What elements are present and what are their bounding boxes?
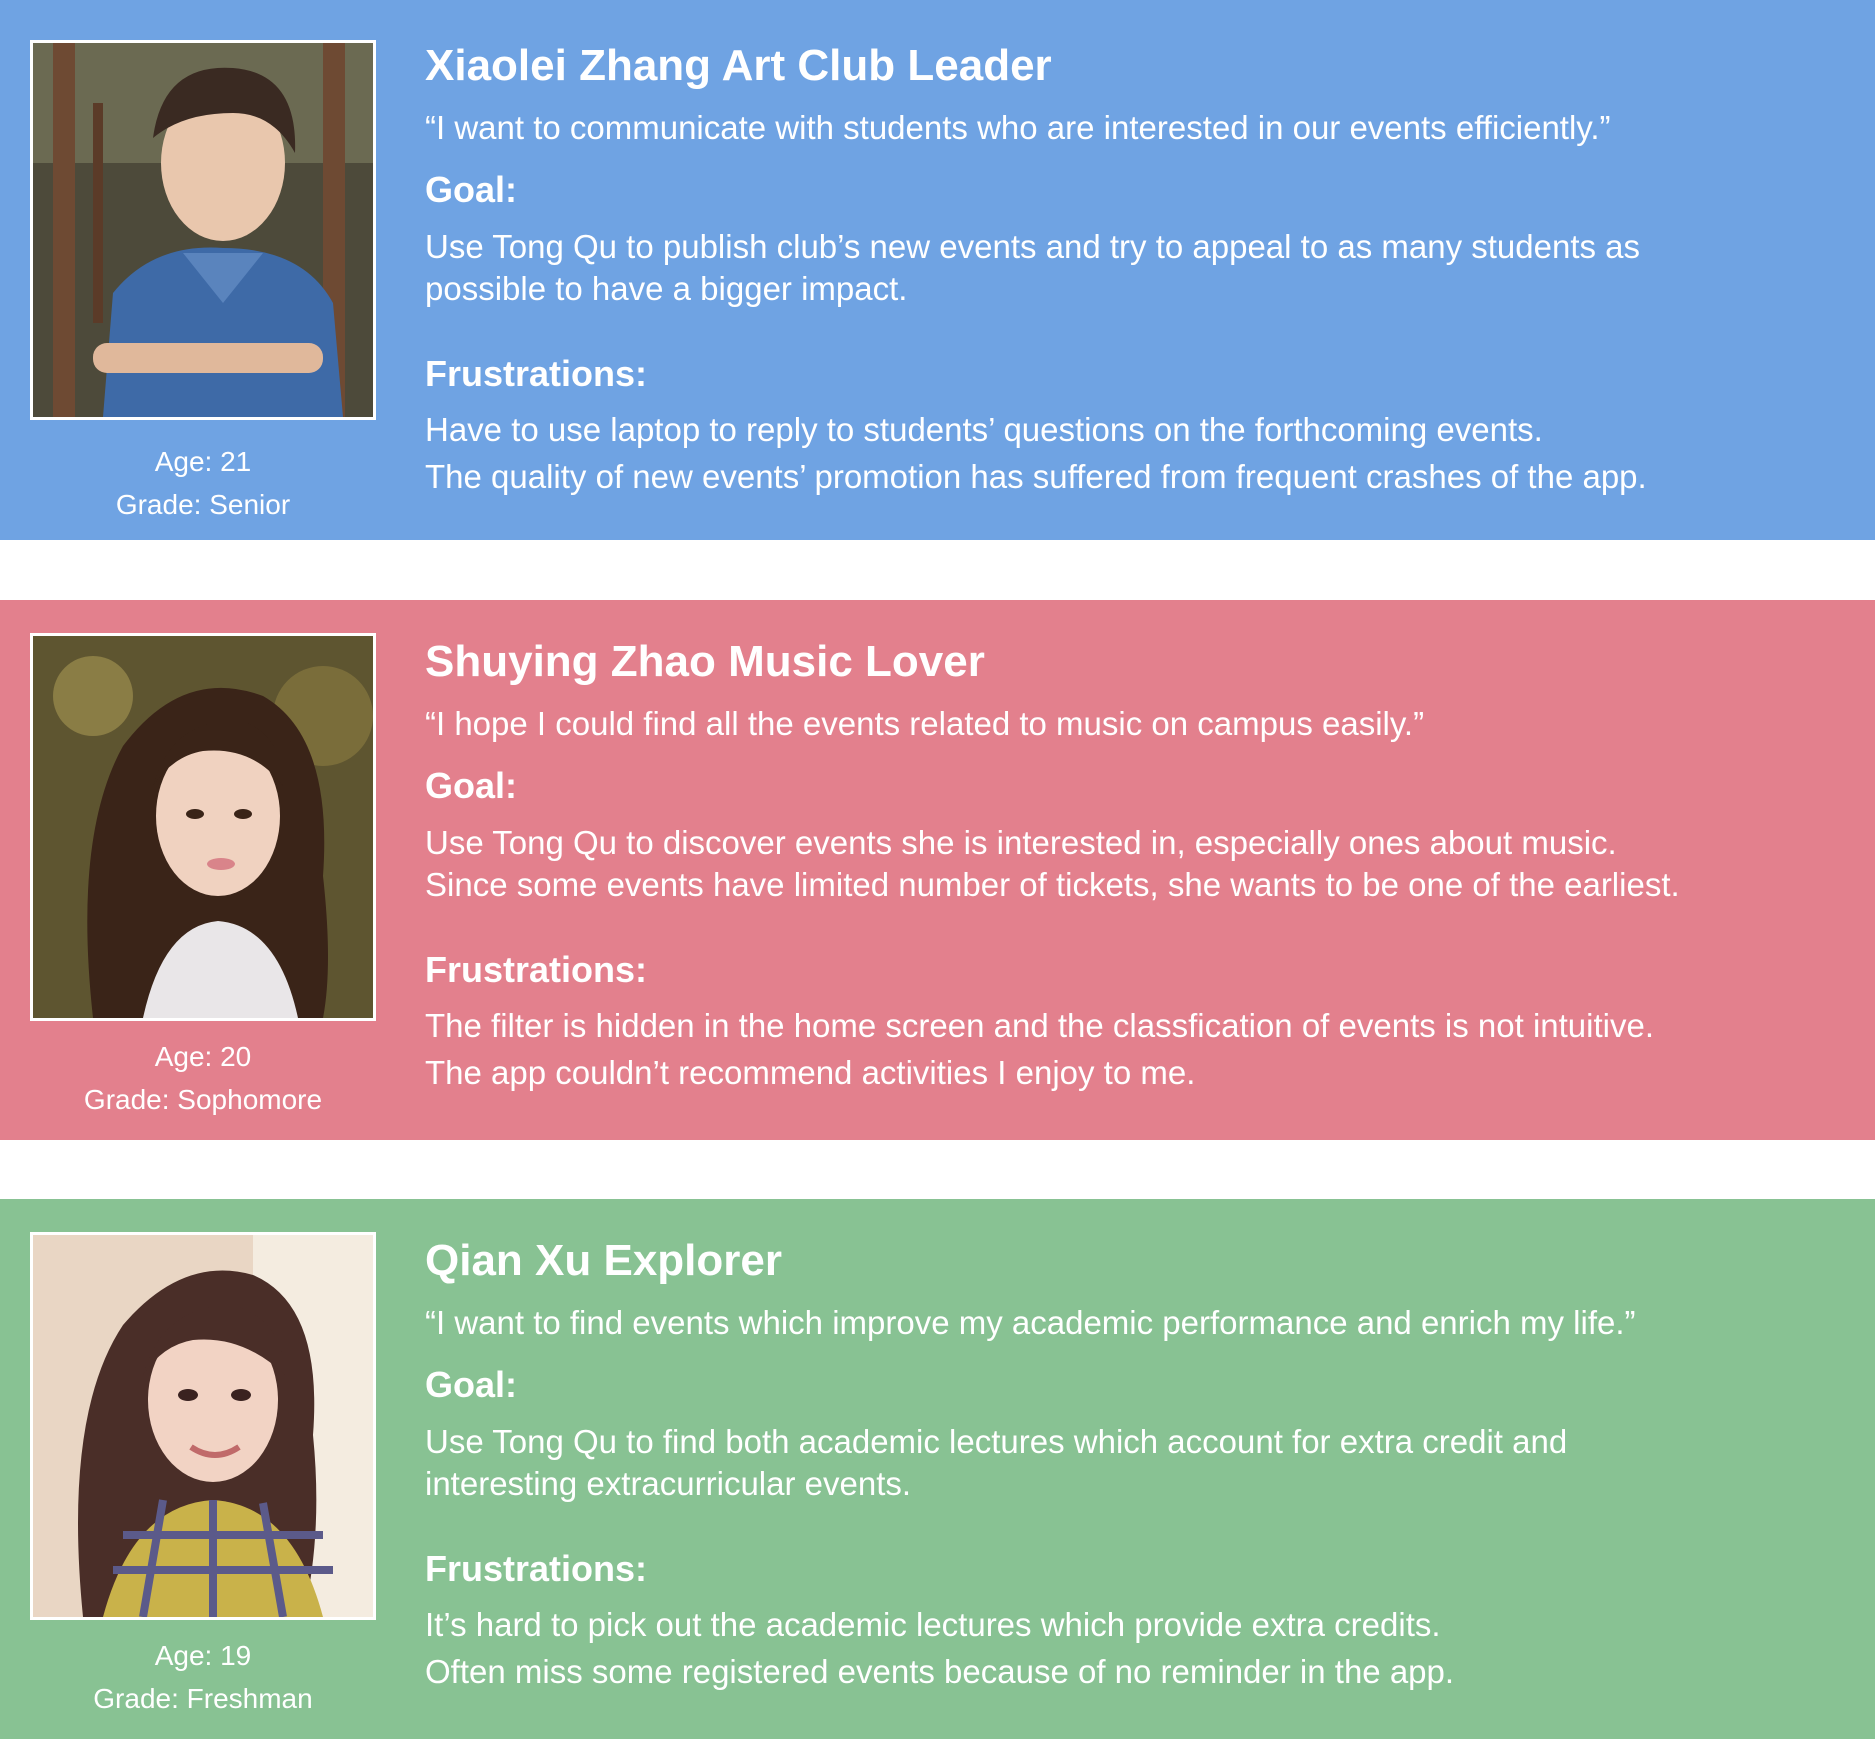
frustrations-heading: Frustrations: xyxy=(425,949,648,990)
persona-photo-column: Age: 19 Grade: Freshman xyxy=(30,1232,376,1720)
persona-quote: “I want to communicate with students who… xyxy=(425,109,1611,146)
portrait-photo-female-icon xyxy=(30,633,376,1021)
goal-heading: Goal: xyxy=(425,765,518,806)
persona-age: Age: 19 xyxy=(154,1640,252,1671)
persona-grade: Grade: Freshman xyxy=(93,1683,313,1714)
persona-name: Xiaolei Zhang Art Club Leader xyxy=(425,41,1052,90)
persona-details: Qian Xu Explorer “I want to find events … xyxy=(425,1235,1845,1695)
frustration-item: It’s hard to pick out the academic lectu… xyxy=(425,1606,1441,1643)
goal-heading: Goal: xyxy=(425,169,518,210)
persona-quote: “I hope I could find all the events rela… xyxy=(425,705,1425,742)
goal-line: Since some events have limited number of… xyxy=(425,866,1680,903)
portrait-photo-female-icon xyxy=(30,1232,376,1620)
goal-text: Use Tong Qu to find both academic lectur… xyxy=(425,1421,1845,1505)
persona-photo-column: Age: 20 Grade: Sophomore xyxy=(30,633,376,1121)
persona-card-qian: Age: 19 Grade: Freshman Qian Xu Explorer… xyxy=(0,1199,1875,1739)
frustrations-list: Have to use laptop to reply to students’… xyxy=(425,406,1845,500)
persona-photo-column: Age: 21 Grade: Senior xyxy=(30,40,376,526)
persona-age: Age: 20 xyxy=(154,1041,252,1072)
frustrations-heading: Frustrations: xyxy=(425,353,648,394)
goal-heading: Goal: xyxy=(425,1364,518,1405)
persona-quote: “I want to find events which improve my … xyxy=(425,1304,1636,1341)
goal-line: Use Tong Qu to publish club’s new events… xyxy=(425,228,1641,265)
goal-text: Use Tong Qu to discover events she is in… xyxy=(425,822,1845,906)
persona-grade: Grade: Senior xyxy=(115,489,291,520)
persona-details: Shuying Zhao Music Lover “I hope I could… xyxy=(425,636,1845,1096)
goal-line: possible to have a bigger impact. xyxy=(425,270,908,307)
frustration-item: Have to use laptop to reply to students’… xyxy=(425,411,1543,448)
persona-name: Shuying Zhao Music Lover xyxy=(425,637,985,686)
frustration-item: The app couldn’t recommend activities I … xyxy=(425,1054,1196,1091)
portrait-photo-male-icon xyxy=(30,40,376,420)
frustration-item: Often miss some registered events becaus… xyxy=(425,1653,1455,1690)
frustrations-heading: Frustrations: xyxy=(425,1548,648,1589)
persona-card-shuying: Age: 20 Grade: Sophomore Shuying Zhao Mu… xyxy=(0,600,1875,1140)
frustration-item: The filter is hidden in the home screen … xyxy=(425,1007,1655,1044)
persona-grade: Grade: Sophomore xyxy=(83,1084,323,1115)
persona-details: Xiaolei Zhang Art Club Leader “I want to… xyxy=(425,40,1845,500)
persona-name: Qian Xu Explorer xyxy=(425,1236,782,1285)
goal-line: Use Tong Qu to discover events she is in… xyxy=(425,824,1617,861)
persona-card-xiaolei: Age: 21 Grade: Senior Xiaolei Zhang Art … xyxy=(0,0,1875,540)
goal-text: Use Tong Qu to publish club’s new events… xyxy=(425,226,1845,310)
frustrations-list: The filter is hidden in the home screen … xyxy=(425,1002,1845,1096)
persona-age: Age: 21 xyxy=(154,446,252,477)
frustrations-list: It’s hard to pick out the academic lectu… xyxy=(425,1601,1845,1695)
goal-line: Use Tong Qu to find both academic lectur… xyxy=(425,1423,1568,1460)
goal-line: interesting extracurricular events. xyxy=(425,1465,912,1502)
frustration-item: The quality of new events’ promotion has… xyxy=(425,458,1647,495)
